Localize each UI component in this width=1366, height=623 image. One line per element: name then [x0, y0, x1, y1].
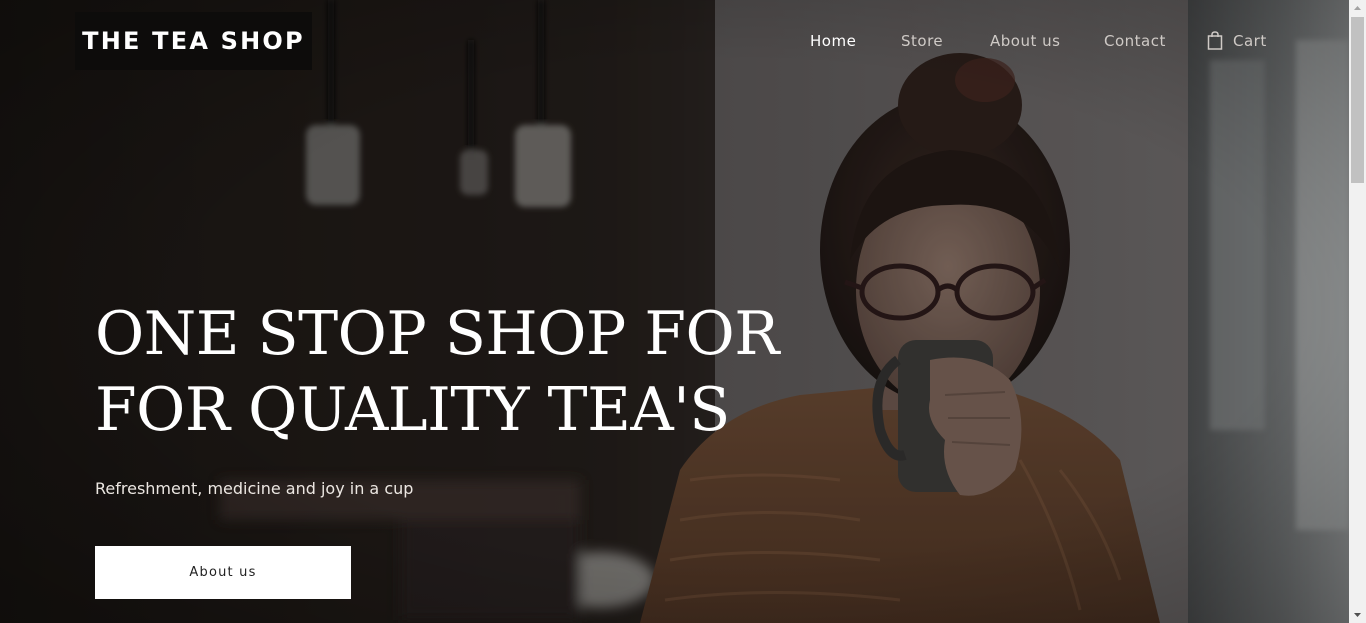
- scroll-up-arrow-icon[interactable]: [1349, 0, 1366, 17]
- nav-item-about-us[interactable]: About us: [990, 30, 1060, 52]
- scrollbar-thumb[interactable]: [1351, 17, 1364, 183]
- hero-headline: ONE STOP SHOP FOR FOR QUALITY TEA'S: [95, 296, 855, 448]
- hero-headline-line-1: ONE STOP SHOP FOR: [95, 299, 779, 369]
- nav-item-store[interactable]: Store: [901, 30, 943, 52]
- hero-headline-line-2: FOR QUALITY TEA'S: [95, 375, 730, 445]
- vertical-scrollbar[interactable]: [1349, 0, 1366, 623]
- nav-item-home[interactable]: Home: [810, 30, 856, 52]
- hero-subtitle: Refreshment, medicine and joy in a cup: [95, 479, 414, 498]
- shopping-bag-icon[interactable]: [1207, 31, 1223, 50]
- about-us-button[interactable]: About us: [95, 546, 351, 599]
- nav-item-cart[interactable]: Cart: [1233, 30, 1267, 52]
- nav-item-contact[interactable]: Contact: [1104, 30, 1166, 52]
- scroll-down-arrow-icon[interactable]: [1349, 606, 1366, 623]
- main-navigation: Home Store About us Contact Cart: [0, 30, 1349, 52]
- page: THE TEA SHOP Home Store About us Contact…: [0, 0, 1366, 623]
